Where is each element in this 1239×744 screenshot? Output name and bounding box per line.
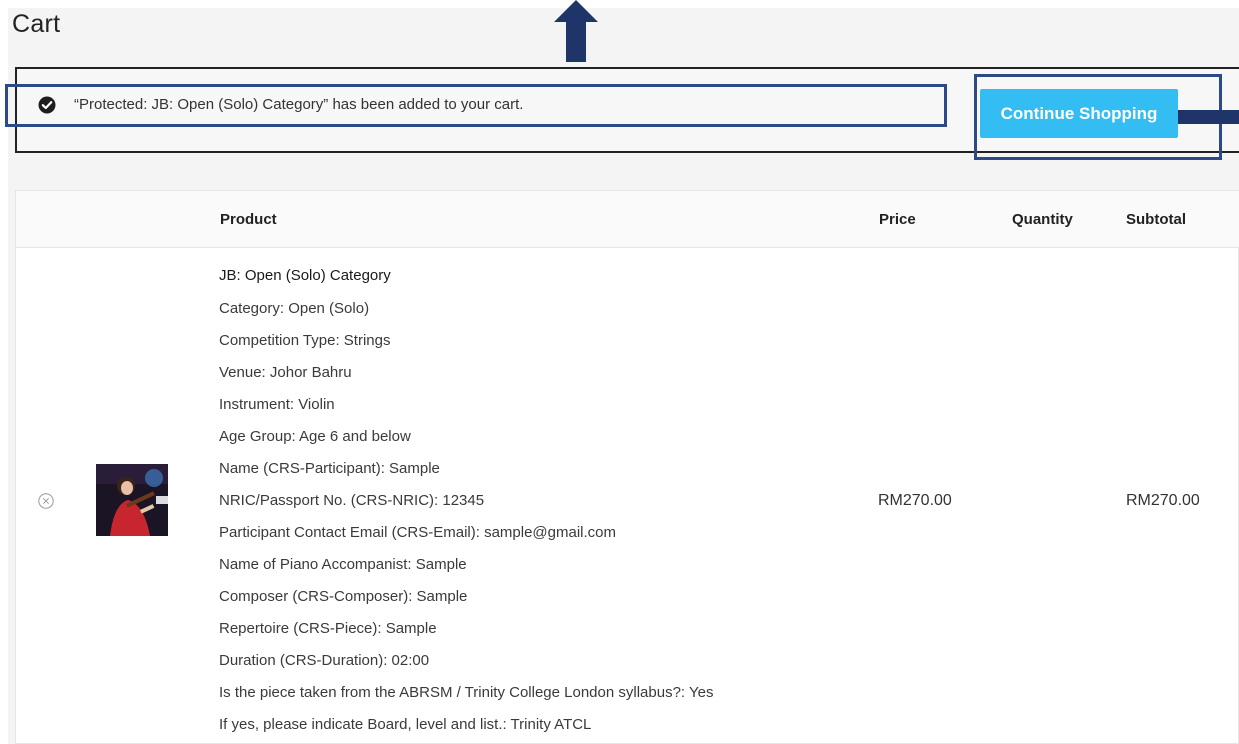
meta-participant-name: Name (CRS-Participant): Sample: [219, 460, 440, 477]
meta-venue: Venue: Johor Bahru: [219, 364, 352, 381]
meta-composer: Composer (CRS-Composer): Sample: [219, 588, 468, 605]
meta-age-group: Age Group: Age 6 and below: [219, 428, 411, 445]
header-price: Price: [879, 211, 916, 228]
meta-category: Category: Open (Solo): [219, 300, 370, 317]
item-subtotal: RM270.00: [1126, 492, 1200, 509]
continue-shopping-button[interactable]: Continue Shopping: [980, 89, 1178, 138]
meta-duration: Duration (CRS-Duration): 02:00: [219, 652, 430, 669]
notice-message: “Protected: JB: Open (Solo) Category” ha…: [74, 96, 524, 113]
meta-email: Participant Contact Email (CRS-Email): s…: [219, 524, 617, 541]
meta-accompanist: Name of Piano Accompanist: Sample: [219, 556, 467, 573]
meta-competition-type: Competition Type: Strings: [219, 332, 391, 349]
arrow-left-annotation-icon: [1178, 110, 1239, 124]
meta-nric: NRIC/Passport No. (CRS-NRIC): 12345: [219, 492, 485, 509]
table-header-row: Product Price Quantity Subtotal: [16, 191, 1239, 248]
page-title: Cart: [12, 10, 61, 38]
header-subtotal: Subtotal: [1126, 211, 1186, 228]
item-price: RM270.00: [878, 492, 952, 509]
arrow-up-annotation-icon: [554, 0, 598, 62]
cart-table: Product Price Quantity Subtotal: [15, 190, 1239, 744]
header-product: Product: [220, 211, 277, 228]
check-circle-icon: [38, 96, 56, 114]
meta-board-level: If yes, please indicate Board, level and…: [219, 716, 592, 733]
product-name-link[interactable]: JB: Open (Solo) Category: [219, 267, 391, 284]
meta-repertoire: Repertoire (CRS-Piece): Sample: [219, 620, 437, 637]
product-thumbnail[interactable]: [96, 464, 168, 536]
meta-instrument: Instrument: Violin: [219, 396, 335, 413]
remove-item-icon[interactable]: [38, 493, 54, 509]
header-quantity: Quantity: [1012, 211, 1073, 228]
top-edge: [0, 0, 1239, 8]
meta-syllabus: Is the piece taken from the ABRSM / Trin…: [219, 684, 714, 701]
